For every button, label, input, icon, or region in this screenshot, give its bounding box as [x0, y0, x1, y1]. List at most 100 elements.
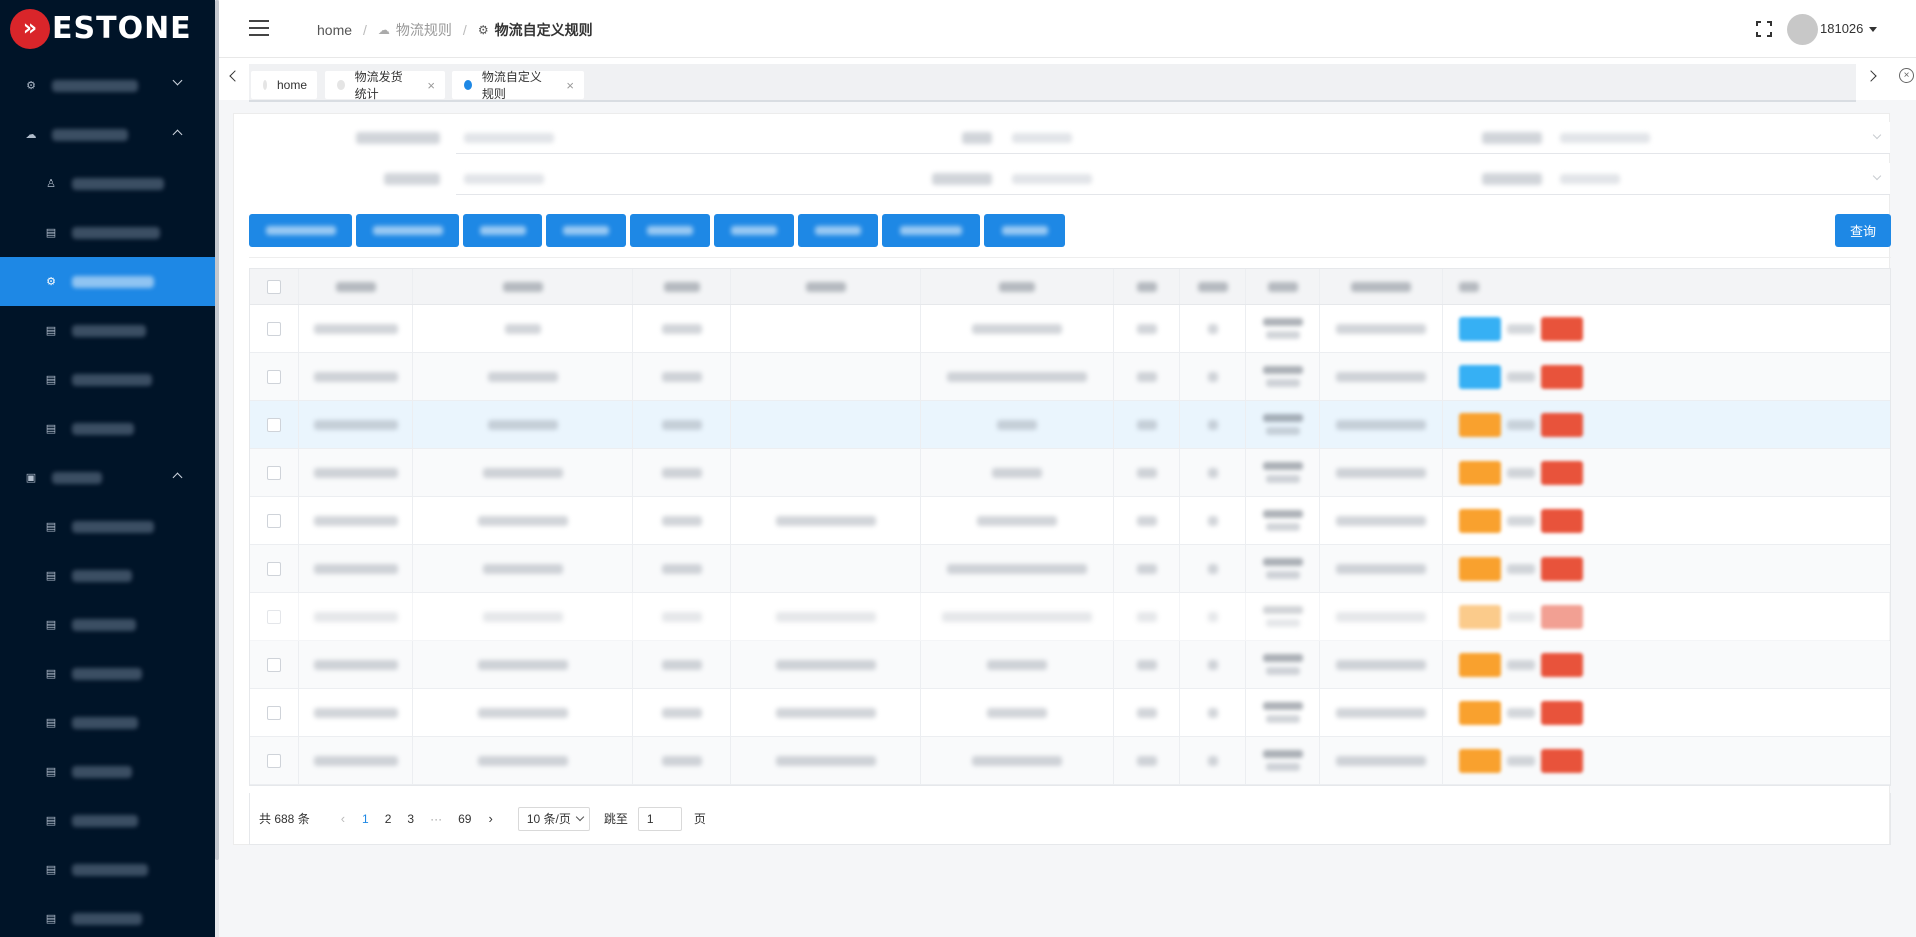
row-link-action[interactable] — [1507, 563, 1535, 574]
sidebar-item[interactable]: ▤ — [0, 894, 215, 937]
row-delete-button[interactable] — [1541, 316, 1583, 341]
filter-select[interactable] — [1552, 122, 1890, 154]
sidebar-scrollbar-thumb[interactable] — [215, 0, 219, 860]
close-icon[interactable]: × — [566, 78, 574, 93]
row-primary-action-button[interactable] — [1459, 700, 1501, 725]
row-link-action[interactable] — [1507, 371, 1535, 382]
action-button[interactable] — [546, 214, 626, 247]
row-checkbox[interactable] — [267, 369, 281, 384]
row-link-action[interactable] — [1507, 419, 1535, 430]
tabs-scroll-right-icon[interactable] — [1865, 70, 1877, 82]
row-delete-button[interactable] — [1541, 700, 1583, 725]
page-last[interactable]: 69 — [458, 812, 471, 826]
row-link-action[interactable] — [1507, 755, 1535, 766]
query-button[interactable]: 查询 — [1835, 214, 1891, 247]
sidebar-item[interactable]: ▤ — [0, 698, 215, 747]
row-primary-action-button[interactable] — [1459, 460, 1501, 485]
row-checkbox[interactable] — [267, 321, 281, 336]
row-link-action[interactable] — [1507, 611, 1535, 622]
action-button[interactable] — [356, 214, 459, 247]
avatar[interactable] — [1787, 14, 1818, 45]
tabs-scroll-left-icon[interactable] — [229, 70, 241, 82]
table-row[interactable] — [250, 353, 1890, 401]
row-link-action[interactable] — [1507, 659, 1535, 670]
sidebar-item[interactable]: ▤ — [0, 649, 215, 698]
sidebar-item[interactable]: ⚙ — [0, 257, 215, 306]
row-delete-button[interactable] — [1541, 412, 1583, 437]
page-size-select[interactable]: 10 条/页 — [517, 806, 590, 831]
chevron-right-icon[interactable]: › — [488, 811, 492, 826]
row-primary-action-button[interactable] — [1459, 316, 1501, 341]
action-button[interactable] — [463, 214, 542, 247]
close-icon[interactable]: × — [427, 78, 435, 93]
sidebar-item[interactable]: ▤ — [0, 747, 215, 796]
action-button[interactable] — [798, 214, 878, 247]
jump-page-input[interactable]: 1 — [637, 806, 682, 831]
table-row[interactable] — [250, 305, 1890, 353]
pagination-ellipsis[interactable]: ··· — [430, 812, 442, 826]
table-row[interactable] — [250, 737, 1890, 785]
row-delete-button[interactable] — [1541, 364, 1583, 389]
menu-toggle-icon[interactable] — [249, 20, 269, 36]
row-link-action[interactable] — [1507, 707, 1535, 718]
action-button[interactable] — [249, 214, 352, 247]
row-link-action[interactable] — [1507, 467, 1535, 478]
row-delete-button[interactable] — [1541, 508, 1583, 533]
breadcrumb-logistics-rules[interactable]: ☁ 物流规则 — [378, 20, 452, 40]
table-row[interactable] — [250, 497, 1890, 545]
sidebar-item[interactable]: ▤ — [0, 600, 215, 649]
sidebar-item[interactable]: ▤ — [0, 502, 215, 551]
sidebar-item[interactable]: ▤ — [0, 306, 215, 355]
filter-select[interactable] — [456, 122, 1028, 154]
sidebar-item[interactable]: ▤ — [0, 208, 215, 257]
row-delete-button[interactable] — [1541, 556, 1583, 581]
close-all-tabs-icon[interactable]: × — [1899, 68, 1914, 83]
page-2[interactable]: 2 — [385, 812, 392, 826]
table-row[interactable] — [250, 449, 1890, 497]
breadcrumb-home[interactable]: home — [317, 22, 352, 38]
sidebar-item[interactable]: ▤ — [0, 404, 215, 453]
row-checkbox[interactable] — [267, 753, 281, 768]
chevron-left-icon[interactable]: ‹ — [341, 811, 345, 826]
table-row[interactable] — [250, 641, 1890, 689]
filter-select[interactable] — [1552, 163, 1890, 195]
row-delete-button[interactable] — [1541, 652, 1583, 677]
row-link-action[interactable] — [1507, 515, 1535, 526]
action-button[interactable] — [984, 214, 1065, 247]
row-checkbox[interactable] — [267, 513, 281, 528]
row-delete-button[interactable] — [1541, 604, 1583, 629]
row-primary-action-button[interactable] — [1459, 412, 1501, 437]
row-checkbox[interactable] — [267, 705, 281, 720]
row-delete-button[interactable] — [1541, 748, 1583, 773]
action-button[interactable] — [714, 214, 794, 247]
row-primary-action-button[interactable] — [1459, 604, 1501, 629]
tab-home[interactable]: home — [251, 71, 317, 99]
row-checkbox[interactable] — [267, 561, 281, 576]
fullscreen-icon[interactable] — [1756, 21, 1772, 37]
row-checkbox[interactable] — [267, 657, 281, 672]
page-1[interactable]: 1 — [362, 812, 369, 826]
action-button[interactable] — [630, 214, 710, 247]
sidebar-item[interactable]: ▤ — [0, 796, 215, 845]
row-checkbox[interactable] — [267, 279, 281, 294]
row-delete-button[interactable] — [1541, 460, 1583, 485]
row-primary-action-button[interactable] — [1459, 364, 1501, 389]
table-row[interactable] — [250, 401, 1890, 449]
tab-custom-rules[interactable]: 物流自定义规则 × — [452, 70, 584, 101]
table-row[interactable] — [250, 545, 1890, 593]
sidebar-group[interactable]: ▣ — [0, 453, 215, 502]
tab-shipping-stats[interactable]: 物流发货统计 × — [325, 70, 445, 101]
row-primary-action-button[interactable] — [1459, 652, 1501, 677]
row-link-action[interactable] — [1507, 323, 1535, 334]
sidebar-group[interactable]: ☁ — [0, 110, 215, 159]
sidebar-group[interactable]: ⚙ — [0, 61, 215, 110]
sidebar-item[interactable]: ▤ — [0, 551, 215, 600]
sidebar-item[interactable]: ▤ — [0, 845, 215, 894]
row-primary-action-button[interactable] — [1459, 508, 1501, 533]
row-checkbox[interactable] — [267, 417, 281, 432]
username[interactable]: 181026 — [1820, 21, 1863, 36]
brand-logo[interactable]: » ESTONE — [0, 0, 215, 57]
row-checkbox[interactable] — [267, 609, 281, 624]
table-row[interactable] — [250, 593, 1890, 641]
row-primary-action-button[interactable] — [1459, 556, 1501, 581]
